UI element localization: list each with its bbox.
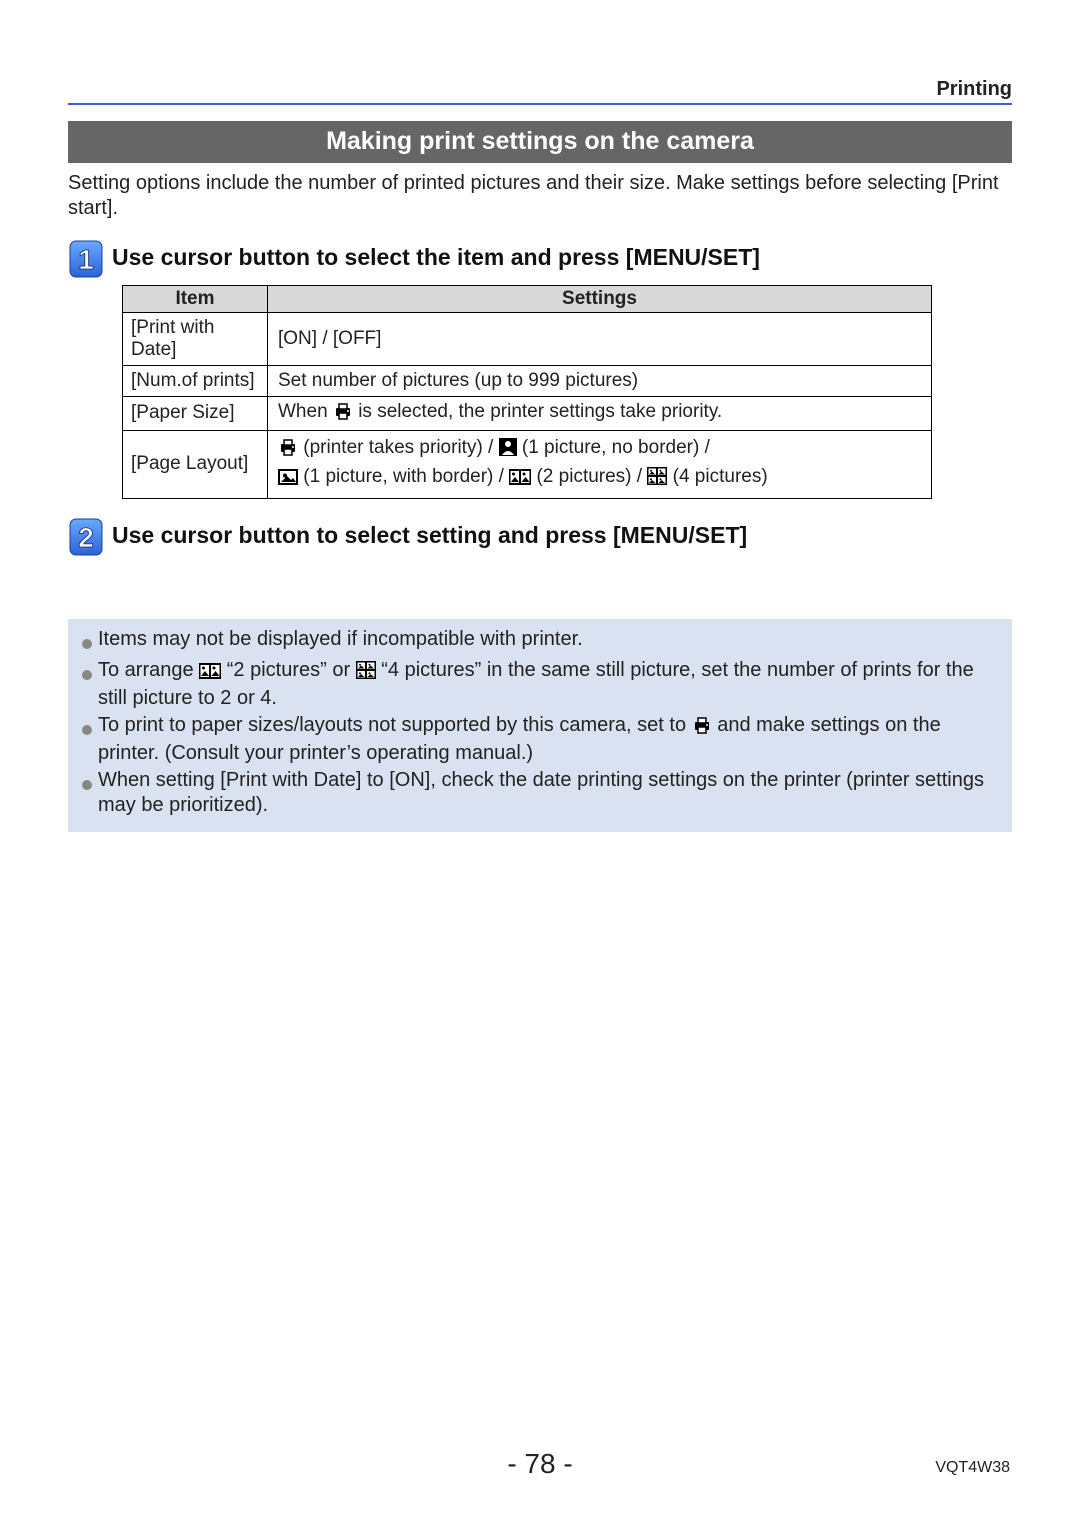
note-item: Items may not be displayed if incompatib… xyxy=(82,627,998,656)
th-item: Item xyxy=(123,286,268,313)
table-row: [Num.of prints] Set number of pictures (… xyxy=(123,365,932,396)
header-section: Printing xyxy=(68,78,1012,103)
four-pic-icon xyxy=(356,661,376,686)
one-pic-border-icon xyxy=(278,467,298,494)
th-settings: Settings xyxy=(268,286,932,313)
step-1: 1 Use cursor button to select the item a… xyxy=(68,239,1012,279)
page-number: - 78 - xyxy=(0,1448,1080,1480)
four-pic-icon xyxy=(647,467,667,494)
two-pic-icon xyxy=(509,467,531,494)
settings-cell: When is selected, the printer settings t… xyxy=(268,396,932,430)
svg-text:2: 2 xyxy=(78,522,94,553)
settings-table: Item Settings [Print with Date] [ON] / [… xyxy=(122,285,932,499)
step-1-badge-icon: 1 xyxy=(68,239,104,279)
item-cell: [Print with Date] xyxy=(123,313,268,366)
note-item: To arrange “2 pictures” or “4 pictures” … xyxy=(82,658,998,711)
item-cell: [Page Layout] xyxy=(123,430,268,498)
intro-text: Setting options include the number of pr… xyxy=(68,171,1012,221)
settings-cell: [ON] / [OFF] xyxy=(268,313,932,366)
table-row: [Print with Date] [ON] / [OFF] xyxy=(123,313,932,366)
bullet-icon xyxy=(82,713,98,766)
printer-icon xyxy=(692,716,712,741)
doc-code: VQT4W38 xyxy=(935,1459,1010,1477)
note-item: When setting [Print with Date] to [ON], … xyxy=(82,768,998,818)
printer-icon xyxy=(333,402,353,426)
two-pic-icon xyxy=(199,661,221,686)
step-2-badge-icon: 2 xyxy=(68,517,104,557)
note-item: To print to paper sizes/layouts not supp… xyxy=(82,713,998,766)
svg-text:1: 1 xyxy=(78,244,94,275)
bullet-icon xyxy=(82,627,98,656)
settings-cell: Set number of pictures (up to 999 pictur… xyxy=(268,365,932,396)
item-cell: [Paper Size] xyxy=(123,396,268,430)
notes-box: Items may not be displayed if incompatib… xyxy=(68,619,1012,832)
step-1-title: Use cursor button to select the item and… xyxy=(112,239,760,271)
table-row: [Page Layout] (printer takes priority) /… xyxy=(123,430,932,498)
step-2: 2 Use cursor button to select setting an… xyxy=(68,517,1012,557)
settings-cell: (printer takes priority) / (1 picture, n… xyxy=(268,430,932,498)
bullet-icon xyxy=(82,658,98,711)
header-rule xyxy=(68,103,1012,105)
bullet-icon xyxy=(82,768,98,818)
printer-icon xyxy=(278,438,298,465)
one-pic-noborder-icon xyxy=(499,438,517,465)
step-2-title: Use cursor button to select setting and … xyxy=(112,517,747,549)
item-cell: [Num.of prints] xyxy=(123,365,268,396)
section-title-bar: Making print settings on the camera xyxy=(68,121,1012,163)
table-row: [Paper Size] When is selected, the print… xyxy=(123,396,932,430)
